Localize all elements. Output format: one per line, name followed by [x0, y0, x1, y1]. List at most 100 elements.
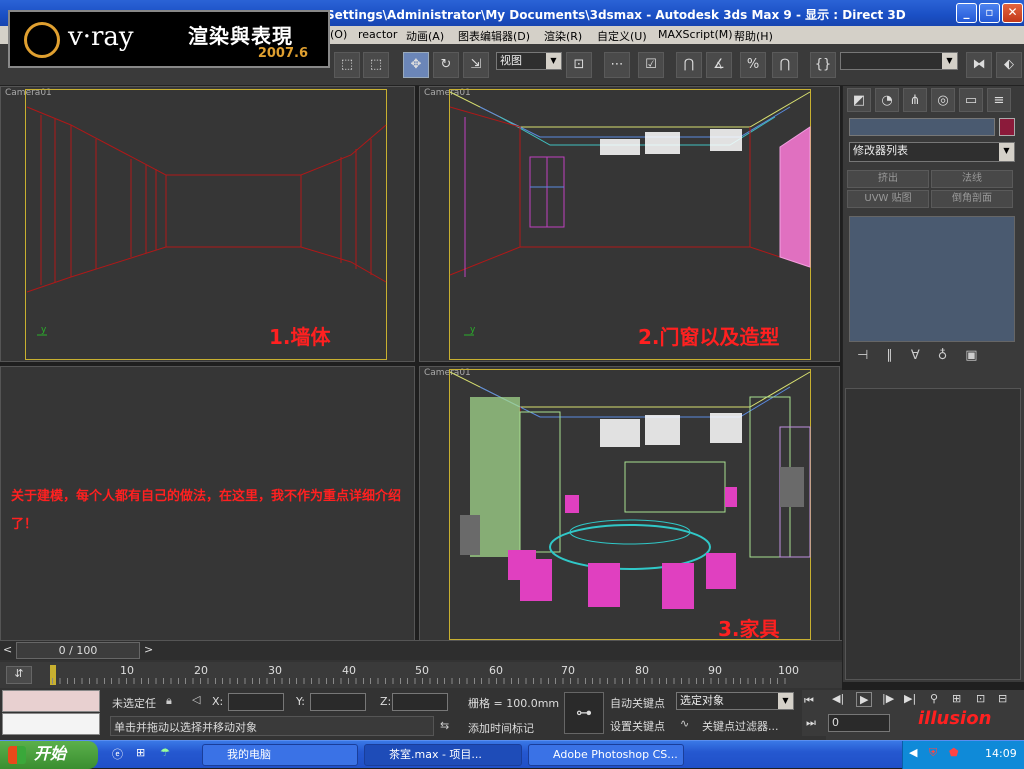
- y-label: Y:: [296, 695, 305, 708]
- current-frame-field[interactable]: 0: [828, 714, 890, 732]
- modifier-list-dropdown[interactable]: 修改器列表 ▼: [849, 142, 1015, 162]
- utilities-tab-icon[interactable]: ≡: [987, 88, 1011, 112]
- set-key-button[interactable]: 设置关键点: [610, 718, 665, 734]
- track-bar[interactable]: ⇵ 10 20 30 40 50 60 70 80 90 100: [0, 662, 842, 688]
- viewport-camera-doors[interactable]: Camera01 y 2.门窗以及造型: [419, 86, 840, 362]
- mirror-icon[interactable]: ⧓: [966, 52, 992, 78]
- viewport-camera-furniture[interactable]: Camera01 3.家具: [419, 366, 840, 642]
- key-tangent-icon[interactable]: ∿: [680, 717, 689, 730]
- chevron-right-icon[interactable]: >: [144, 643, 153, 656]
- y-coordinate-field[interactable]: [310, 693, 366, 711]
- zoom-all-icon[interactable]: ⊞: [952, 692, 961, 705]
- shield-icon[interactable]: ⬟: [949, 746, 959, 759]
- maximize-button[interactable]: ▫: [979, 3, 1000, 23]
- align-icon[interactable]: ⬖: [996, 52, 1022, 78]
- spinner-snap-icon[interactable]: ⋂: [772, 52, 798, 78]
- minimize-button[interactable]: _: [956, 3, 977, 23]
- close-button[interactable]: ✕: [1002, 3, 1023, 23]
- window-title: Settings\Administrator\My Documents\3dsm…: [326, 8, 906, 22]
- angle-snap-icon[interactable]: ∡: [706, 52, 732, 78]
- menu-item-graph-editors[interactable]: 图表编辑器(D): [458, 28, 530, 44]
- set-key-icon[interactable]: ⊶: [564, 692, 604, 734]
- menu-item-help[interactable]: 帮助(H): [734, 28, 773, 44]
- named-selection-dropdown[interactable]: ▼: [840, 52, 958, 70]
- z-coordinate-field[interactable]: [392, 693, 448, 711]
- uvw-map-button[interactable]: UVW 贴图: [847, 190, 929, 208]
- open-mini-curve-editor-icon[interactable]: ⇵: [6, 666, 32, 684]
- modifier-stack[interactable]: [849, 216, 1015, 342]
- goto-end-icon[interactable]: ▶|: [904, 692, 916, 705]
- next-frame-icon[interactable]: |▶: [882, 692, 894, 705]
- bevel-profile-button[interactable]: 倒角剖面: [931, 190, 1013, 208]
- zoom-extents-all-icon[interactable]: ⊟: [998, 692, 1007, 705]
- maxscript-listener-bottom[interactable]: [2, 713, 100, 735]
- remove-modifier-icon[interactable]: ♁: [938, 348, 966, 363]
- add-time-tag[interactable]: 添加时间标记: [468, 720, 534, 736]
- select-move-icon[interactable]: ✥: [403, 52, 429, 78]
- menu-item-maxscript[interactable]: MAXScript(M): [658, 28, 733, 41]
- time-slider-thumb[interactable]: 0 / 100: [16, 642, 140, 659]
- configure-sets-icon[interactable]: ▣: [965, 348, 995, 363]
- zoom-extents-icon[interactable]: ⊡: [976, 692, 985, 705]
- pivot-center-icon[interactable]: ⊡: [566, 52, 592, 78]
- select-manipulate-icon[interactable]: ⋯: [604, 52, 630, 78]
- start-button[interactable]: 开始: [0, 741, 98, 769]
- task-photoshop[interactable]: Adobe Photoshop CS...: [528, 744, 684, 766]
- select-scale-icon[interactable]: ⇲: [463, 52, 489, 78]
- menu-item-reactor[interactable]: reactor: [358, 28, 397, 41]
- select-rotate-icon[interactable]: ↻: [433, 52, 459, 78]
- motion-tab-icon[interactable]: ◎: [931, 88, 955, 112]
- viewport-camera-walls[interactable]: Camera01 y 1.墙体: [0, 86, 415, 362]
- make-unique-icon[interactable]: ∀: [911, 348, 938, 363]
- window-crossing-icon[interactable]: ⬚: [363, 52, 389, 78]
- umbrella-icon[interactable]: ☂: [160, 746, 170, 759]
- keyboard-shortcut-icon[interactable]: ☑: [638, 52, 664, 78]
- extrude-button[interactable]: 挤出: [847, 170, 929, 188]
- menu-item-animation[interactable]: 动画(A): [406, 28, 444, 44]
- named-selection-icon[interactable]: {}: [810, 52, 836, 78]
- chevron-down-icon: ▼: [942, 53, 957, 69]
- snap-toggle-icon[interactable]: ⋂: [676, 52, 702, 78]
- play-icon[interactable]: ▶: [856, 692, 873, 707]
- reference-coordinate-dropdown[interactable]: 视图 ▼: [496, 52, 562, 70]
- viewport-empty-note[interactable]: 关于建模，每个人都有自己的做法，在这里，我不作为重点详细介绍了！: [0, 366, 415, 642]
- time-tag-icon[interactable]: ⇆: [440, 719, 449, 732]
- object-color-swatch[interactable]: [999, 118, 1015, 136]
- goto-start-icon[interactable]: ⏮: [804, 694, 814, 708]
- select-region-icon[interactable]: ⬚: [334, 52, 360, 78]
- system-tray: ◀ ⛨ ⬟ 14:09: [902, 741, 1024, 769]
- security-icon[interactable]: ⛨: [929, 746, 937, 760]
- lock-icon[interactable]: 🔒︎: [166, 694, 172, 708]
- chevron-down-icon: ▼: [546, 53, 561, 69]
- key-mode-icon[interactable]: ⏭: [806, 716, 816, 730]
- menu-item-o[interactable]: (O): [330, 28, 347, 41]
- network-icon[interactable]: ⊞: [136, 746, 145, 759]
- pin-stack-icon[interactable]: ⊣: [857, 348, 886, 363]
- menu-item-rendering[interactable]: 渲染(R): [544, 28, 582, 44]
- volume-icon[interactable]: ◀: [909, 746, 917, 759]
- create-tab-icon[interactable]: ◩: [847, 88, 871, 112]
- show-end-result-icon[interactable]: ∥: [886, 348, 911, 363]
- hierarchy-tab-icon[interactable]: ⋔: [903, 88, 927, 112]
- display-tab-icon[interactable]: ▭: [959, 88, 983, 112]
- x-coordinate-field[interactable]: [228, 693, 284, 711]
- normal-button[interactable]: 法线: [931, 170, 1013, 188]
- ie-icon[interactable]: ⓔ: [112, 746, 123, 762]
- tick-label: 90: [708, 664, 722, 677]
- zoom-icon[interactable]: ⚲: [930, 692, 938, 705]
- object-name-field[interactable]: [849, 118, 995, 136]
- task-my-computer[interactable]: 我的电脑: [202, 744, 358, 766]
- absolute-mode-icon[interactable]: ◁: [192, 693, 200, 706]
- task-3dsmax[interactable]: 茶室.max - 项目...: [364, 744, 522, 766]
- modify-tab-icon[interactable]: ◔: [875, 88, 899, 112]
- maxscript-listener-top[interactable]: [2, 690, 100, 712]
- selected-object-dropdown[interactable]: 选定对象 ▼: [676, 692, 794, 710]
- chevron-left-icon[interactable]: <: [3, 643, 12, 656]
- percent-snap-icon[interactable]: %: [740, 52, 766, 78]
- auto-key-button[interactable]: 自动关键点: [610, 695, 665, 711]
- key-filters-button[interactable]: 关键点过滤器...: [702, 718, 779, 734]
- prev-frame-icon[interactable]: ◀|: [832, 692, 844, 705]
- menu-item-customize[interactable]: 自定义(U): [597, 28, 647, 44]
- time-slider-track[interactable]: < 0 / 100 >: [0, 640, 842, 660]
- command-panel: ◩ ◔ ⋔ ◎ ▭ ≡ 修改器列表 ▼ 挤出 法线 UVW 贴图 倒角剖面 ⊣∥…: [842, 86, 1024, 682]
